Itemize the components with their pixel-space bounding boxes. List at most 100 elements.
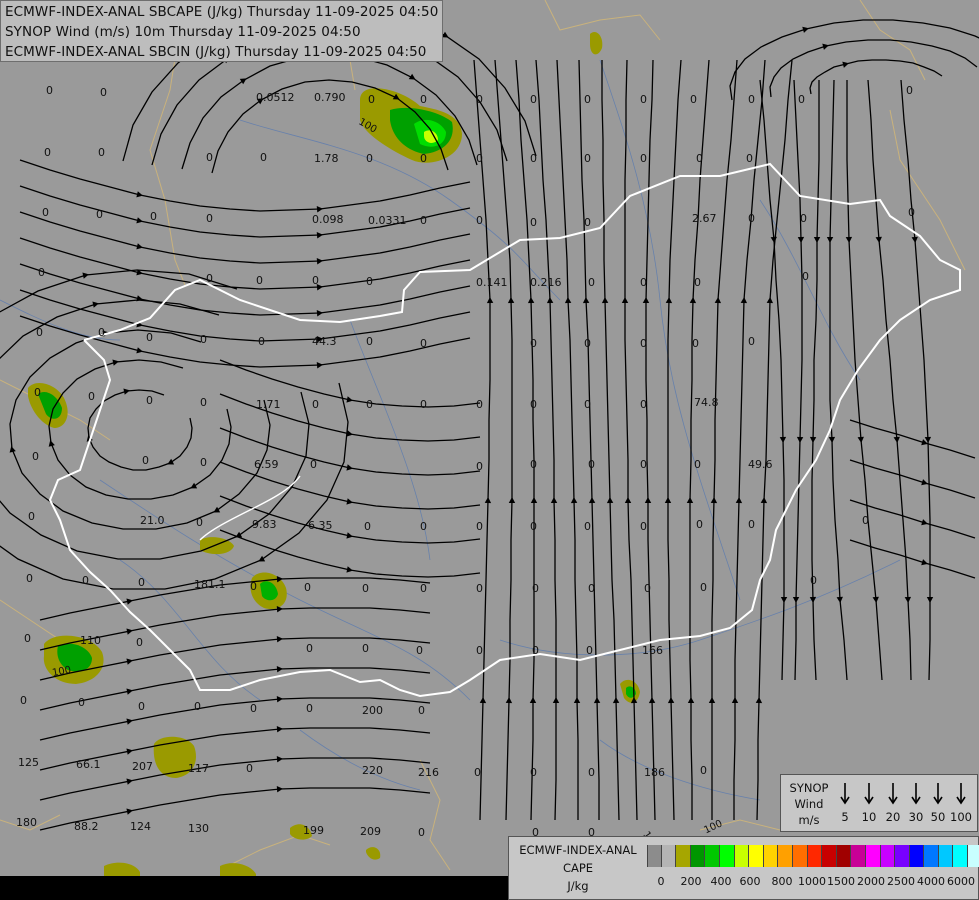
river-line	[599, 59, 741, 601]
barb-30-icon	[911, 783, 921, 805]
station-value: 0	[20, 694, 27, 707]
station-value: 0	[640, 398, 647, 411]
streamline-arrowhead	[687, 697, 695, 704]
streamline-arrowhead	[92, 301, 99, 308]
station-value: 0	[36, 326, 43, 339]
station-value: 0	[200, 456, 207, 469]
streamline-arrowhead	[714, 297, 722, 304]
cape-tick-label: 2000	[857, 875, 885, 888]
streamline	[578, 59, 600, 820]
station-value: 0	[584, 93, 591, 106]
streamline-arrowhead	[507, 297, 515, 304]
station-value: 0	[206, 151, 213, 164]
cape-swatch	[968, 845, 979, 867]
streamline	[900, 79, 931, 681]
streamline	[19, 237, 471, 290]
station-value: 0	[530, 93, 537, 106]
station-value: 0	[150, 210, 157, 223]
station-value: 117	[188, 762, 209, 775]
station-value: 0	[250, 702, 257, 715]
streamline-arrowhead	[780, 596, 788, 603]
streamline	[756, 59, 793, 821]
streamline-arrowhead	[346, 498, 353, 505]
station-value: 0	[694, 276, 701, 289]
streamline-arrowhead	[875, 236, 882, 243]
streamline-arrowhead	[316, 362, 323, 369]
cape-swatch	[792, 845, 808, 867]
station-value: 0	[362, 642, 369, 655]
cape-swatch	[938, 845, 954, 867]
streamline-arrowhead	[836, 596, 843, 603]
streamline-arrowhead	[126, 658, 133, 665]
station-value: 0	[420, 398, 427, 411]
streamline-arrowhead	[872, 596, 879, 603]
station-value: 0	[588, 582, 595, 595]
cape-tick-label: 1000	[798, 875, 826, 888]
streamline	[515, 59, 535, 821]
station-value: 44.3	[312, 335, 337, 348]
title-line-1: ECMWF-INDEX-ANAL SBCAPE (J/kg) Thursday …	[5, 4, 439, 20]
station-value: 0	[862, 514, 869, 527]
station-value: 0	[258, 335, 265, 348]
station-value: 0	[692, 337, 699, 350]
cape-area	[366, 847, 381, 860]
barb-label-100: 100	[950, 810, 972, 824]
barb-label-20: 20	[885, 810, 901, 824]
streamline-arrowhead	[648, 697, 656, 704]
streamline	[556, 59, 579, 820]
station-value: 0	[98, 326, 105, 339]
station-value: 0.141	[476, 276, 508, 289]
cape-legend-unit: J/kg	[567, 879, 589, 893]
cape-swatch	[836, 845, 852, 867]
country-border-line	[229, 834, 331, 866]
streamline-arrowhead	[845, 236, 853, 243]
streamline	[667, 59, 682, 821]
cape-swatch	[705, 845, 720, 867]
station-value: 200	[362, 704, 383, 717]
streamline-arrowhead	[479, 697, 487, 704]
streamline-arrowhead	[213, 506, 221, 513]
station-value: 0	[640, 520, 647, 533]
streamline-arrowhead	[167, 458, 175, 465]
weather-map[interactable]: 0 0 0 0.0512 0.790 0 0 0 0 0 0 0 0 0 0 0 0 1.78 0 0 0 0 0 0 0 0 0 0…	[0, 0, 979, 900]
streamline-arrowhead	[624, 497, 632, 504]
station-value: 0	[146, 394, 153, 407]
streamline-arrowhead	[755, 697, 763, 704]
station-value: 0	[246, 762, 253, 775]
cape-swatch	[909, 845, 925, 867]
cape-swatch	[690, 845, 706, 867]
streamline-arrowhead	[842, 61, 849, 68]
streamline-arrowhead	[239, 78, 247, 85]
cape-swatch	[676, 845, 691, 867]
hungary-border	[48, 162, 961, 698]
streamline-arrowhead	[796, 436, 804, 443]
streamline	[829, 79, 848, 681]
station-value: 0	[420, 520, 427, 533]
station-value: 0	[420, 93, 427, 106]
cape-swatch	[851, 845, 866, 867]
streamline-arrowhead	[921, 479, 928, 486]
station-value: 0	[640, 152, 647, 165]
streamline-arrowhead	[276, 786, 283, 793]
station-value: 0	[26, 572, 33, 585]
streamline-arrowhead	[921, 519, 928, 526]
cape-tick-label: 600	[739, 875, 761, 888]
streamline-arrowhead	[735, 497, 743, 504]
streamline-arrowhead	[564, 297, 572, 304]
cape-tick-label: 200	[680, 875, 702, 888]
station-value: 0	[908, 206, 915, 219]
station-value: 0	[256, 274, 263, 287]
station-value: 0	[800, 212, 807, 225]
station-value: 0	[310, 458, 317, 471]
station-value: 0	[588, 766, 595, 779]
streamline	[733, 59, 766, 820]
streamline-arrowhead	[505, 697, 513, 704]
streamline-arrowhead	[530, 497, 538, 503]
streamline	[849, 539, 976, 579]
station-value: 0	[96, 208, 103, 221]
station-value: 0	[136, 636, 143, 649]
streamline	[849, 459, 976, 499]
station-value: 0	[44, 146, 51, 159]
station-value: 0	[100, 86, 107, 99]
streamline-arrowhead	[644, 497, 652, 504]
